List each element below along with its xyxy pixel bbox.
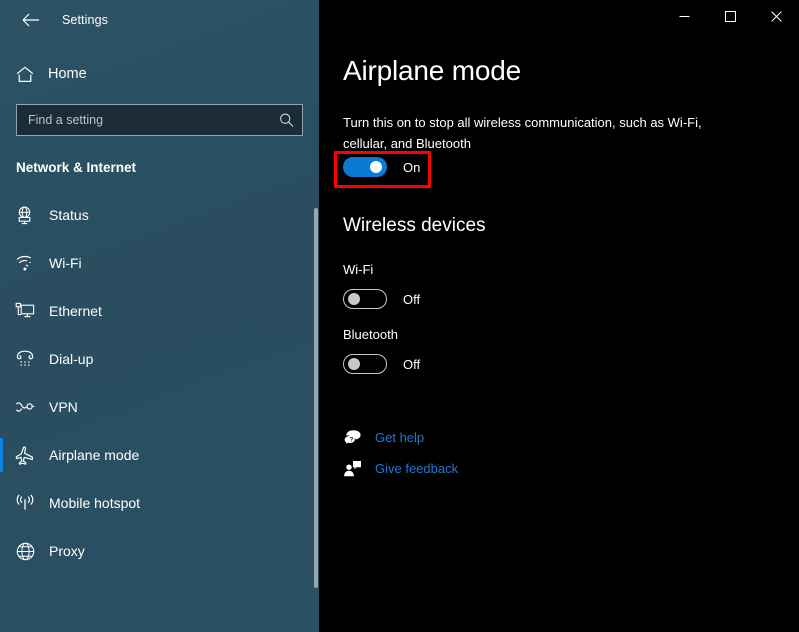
wifi-toggle-row[interactable]: Off [343,289,420,309]
vpn-key-icon [15,397,35,417]
sidebar-item-label: Airplane mode [49,447,140,463]
sidebar-home-label: Home [48,66,87,82]
sidebar-item-label: Status [49,207,89,223]
minimize-button[interactable] [661,0,707,32]
main-content: Airplane mode Turn this on to stop all w… [319,0,799,632]
close-button[interactable] [753,0,799,32]
sidebar-item-label: Ethernet [49,303,102,319]
wifi-toggle-state: Off [403,291,421,307]
selection-accent-bar [0,438,3,472]
wifi-icon [15,253,35,273]
proxy-globe-icon [15,541,35,561]
give-feedback-link[interactable]: Give feedback [375,461,458,476]
search-box[interactable] [16,104,303,136]
hotspot-antenna-icon [15,493,35,513]
sidebar-item-label: Mobile hotspot [49,495,141,511]
bluetooth-toggle-row[interactable]: Off [343,354,420,374]
wifi-toggle[interactable] [343,289,387,309]
toggle-knob [370,161,382,173]
sidebar-item-ethernet[interactable]: Ethernet [0,287,319,335]
sidebar-item-label: Wi-Fi [49,255,82,271]
get-help-link-row[interactable]: ? Get help [341,427,424,447]
back-arrow-icon [22,13,39,27]
back-button[interactable] [8,4,54,36]
bluetooth-toggle-state: Off [403,356,421,372]
window-controls [661,0,799,32]
sidebar-item-status[interactable]: Status [0,191,319,239]
airplane-mode-toggle[interactable] [343,157,387,177]
status-globe-monitor-icon [15,205,35,225]
sidebar-nav-list: Status Wi-Fi Ethernet Dial-up VPN Airpla… [0,191,319,575]
home-icon [15,64,35,84]
sidebar-item-label: VPN [49,399,78,415]
bluetooth-toggle[interactable] [343,354,387,374]
give-feedback-link-row[interactable]: Give feedback [341,458,458,478]
app-title: Settings [62,13,108,27]
help-bubble-icon: ? [341,427,363,447]
toggle-knob [348,293,360,305]
get-help-link[interactable]: Get help [375,430,424,445]
search-input[interactable] [16,104,303,136]
sidebar-titlebar: Settings [0,0,319,40]
airplane-icon [15,445,35,465]
settings-window: Settings Home Network & Internet [0,0,799,632]
maximize-button[interactable] [707,0,753,32]
ethernet-icon [15,301,35,321]
toggle-knob [348,358,360,370]
svg-text:?: ? [349,438,353,444]
sidebar-item-wifi[interactable]: Wi-Fi [0,239,319,287]
sidebar-item-proxy[interactable]: Proxy [0,527,319,575]
page-title: Airplane mode [343,55,521,86]
sidebar-item-vpn[interactable]: VPN [0,383,319,431]
sidebar-item-airplane-mode[interactable]: Airplane mode [0,431,319,479]
sidebar-item-home[interactable]: Home [0,57,319,91]
airplane-mode-toggle-row[interactable]: On [343,157,420,177]
wifi-device-label: Wi-Fi [343,262,374,277]
sidebar-scrollbar[interactable] [314,208,318,588]
sidebar-item-dialup[interactable]: Dial-up [0,335,319,383]
wireless-devices-heading: Wireless devices [343,215,486,236]
page-description: Turn this on to stop all wireless commun… [343,115,702,151]
search-icon[interactable] [279,113,294,128]
sidebar-item-label: Dial-up [49,351,94,367]
minimize-icon [679,15,689,17]
dialup-phone-icon [15,349,35,369]
maximize-icon [724,10,736,22]
close-icon [770,10,782,22]
feedback-person-icon [341,458,363,478]
sidebar-item-label: Proxy [49,543,85,559]
sidebar-section-title: Network & Internet [16,160,137,175]
sidebar: Settings Home Network & Internet [0,0,319,632]
sidebar-item-mobile-hotspot[interactable]: Mobile hotspot [0,479,319,527]
airplane-mode-toggle-state: On [403,159,421,175]
bluetooth-device-label: Bluetooth [343,327,398,342]
